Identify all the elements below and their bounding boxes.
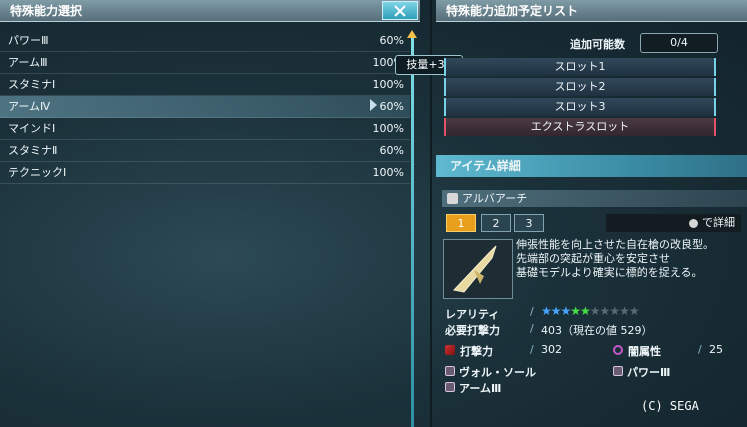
rarity-label: レアリティ — [445, 308, 500, 321]
element-value: 25 — [709, 343, 723, 356]
ability-rate: 60% — [379, 100, 404, 113]
close-button[interactable] — [382, 1, 418, 20]
attack-label: 打撃力 — [460, 345, 493, 358]
slot-3[interactable]: スロット3 — [444, 98, 716, 116]
ability-row-selected[interactable]: アームⅣ 60% — [0, 96, 410, 118]
element-label: 闇属性 — [628, 345, 661, 358]
description-line: 伸張性能を向上させた自在槍の改良型。 — [516, 238, 714, 251]
slot-1[interactable]: スロット1 — [444, 58, 716, 76]
tab-1[interactable]: 1 — [446, 214, 476, 232]
ability-name: スタミナⅡ — [8, 144, 58, 157]
ability-row[interactable]: パワーⅢ 60% — [0, 30, 410, 52]
left-panel-title: 特殊能力選択 — [10, 4, 83, 18]
ability-name: アームⅣ — [8, 100, 51, 113]
available-count-label: 追加可能数 — [570, 38, 625, 51]
ability-rate: 100% — [372, 78, 404, 91]
dark-element-icon — [613, 345, 623, 355]
description-line: 先端部の突起が重心を安定させ — [516, 252, 670, 265]
ability-icon — [613, 366, 623, 376]
special-ability-select-title: 特殊能力選択 — [0, 0, 420, 22]
detail-hint-label: で詳細 — [702, 216, 735, 229]
right-panel-title: 特殊能力追加予定リスト — [446, 4, 579, 18]
ability-name: スタミナⅠ — [8, 78, 56, 91]
copyright: (C) SEGA — [641, 399, 699, 413]
ability-icon — [445, 382, 455, 392]
rarity-stars-green: ★★ — [570, 304, 590, 318]
item-name: アルバアーチ — [442, 190, 747, 207]
detail-hint-button[interactable]: で詳細 — [606, 214, 741, 232]
ability-1: ヴォル・ソール — [459, 366, 536, 379]
separator: / — [530, 305, 534, 318]
ability-2: パワーⅢ — [627, 366, 671, 379]
separator: / — [530, 322, 534, 335]
rarity-stars-empty: ★★★★★ — [589, 304, 640, 318]
rarity-stars: ★★★★★★★★★★ — [541, 304, 640, 318]
weapon-image — [443, 239, 513, 299]
attack-value: 302 — [541, 343, 562, 356]
ability-name: テクニックⅠ — [8, 166, 67, 179]
close-icon — [394, 4, 406, 17]
rarity-stars-blue: ★★★ — [541, 304, 571, 318]
ability-name: マインドⅠ — [8, 122, 56, 135]
attack-icon — [445, 345, 455, 355]
tab-2[interactable]: 2 — [481, 214, 511, 232]
ability-row[interactable]: スタミナⅡ 60% — [0, 140, 410, 162]
partisan-weapon-icon — [447, 193, 458, 204]
triangle-button-icon — [689, 218, 698, 228]
planned-ability-list-title: 特殊能力追加予定リスト — [436, 0, 747, 22]
available-count-value: 0/4 — [640, 33, 718, 53]
ability-name: アームⅢ — [8, 56, 48, 69]
tab-3[interactable]: 3 — [514, 214, 544, 232]
cursor-arrow-icon — [370, 99, 377, 111]
scroll-up-arrow-icon[interactable] — [407, 30, 417, 38]
separator: / — [530, 343, 534, 356]
ability-row[interactable]: マインドⅠ 100% — [0, 118, 410, 140]
ability-list: パワーⅢ 60% アームⅢ 100% スタミナⅠ 100% アームⅣ 60% マインドⅠ… — [0, 30, 410, 184]
ability-rate: 100% — [372, 166, 404, 179]
extra-slot[interactable]: エクストラスロット — [444, 118, 716, 136]
weapon-illustration-icon — [453, 245, 497, 293]
ability-3: アームⅢ — [459, 382, 502, 395]
scrollbar[interactable] — [411, 38, 414, 427]
ability-name: パワーⅢ — [8, 34, 49, 47]
ability-rate: 100% — [372, 122, 404, 135]
item-description: 伸張性能を向上させた自在槍の改良型。 先端部の突起が重心を安定させ 基礎モデルよ… — [516, 238, 714, 280]
requirement-label: 必要打撃力 — [445, 324, 500, 337]
ability-row[interactable]: スタミナⅠ 100% — [0, 74, 410, 96]
separator: / — [698, 343, 702, 356]
ability-rate: 60% — [379, 34, 404, 47]
description-line: 基礎モデルより確実に標的を捉える。 — [516, 266, 703, 279]
ability-rate: 60% — [379, 144, 404, 157]
item-detail-title: アイテム詳細 — [436, 155, 747, 177]
requirement-value: 403（現在の値 529） — [541, 324, 653, 337]
ability-row[interactable]: テクニックⅠ 100% — [0, 162, 410, 184]
slot-2[interactable]: スロット2 — [444, 78, 716, 96]
ability-row[interactable]: アームⅢ 100% — [0, 52, 410, 74]
ability-icon — [445, 366, 455, 376]
